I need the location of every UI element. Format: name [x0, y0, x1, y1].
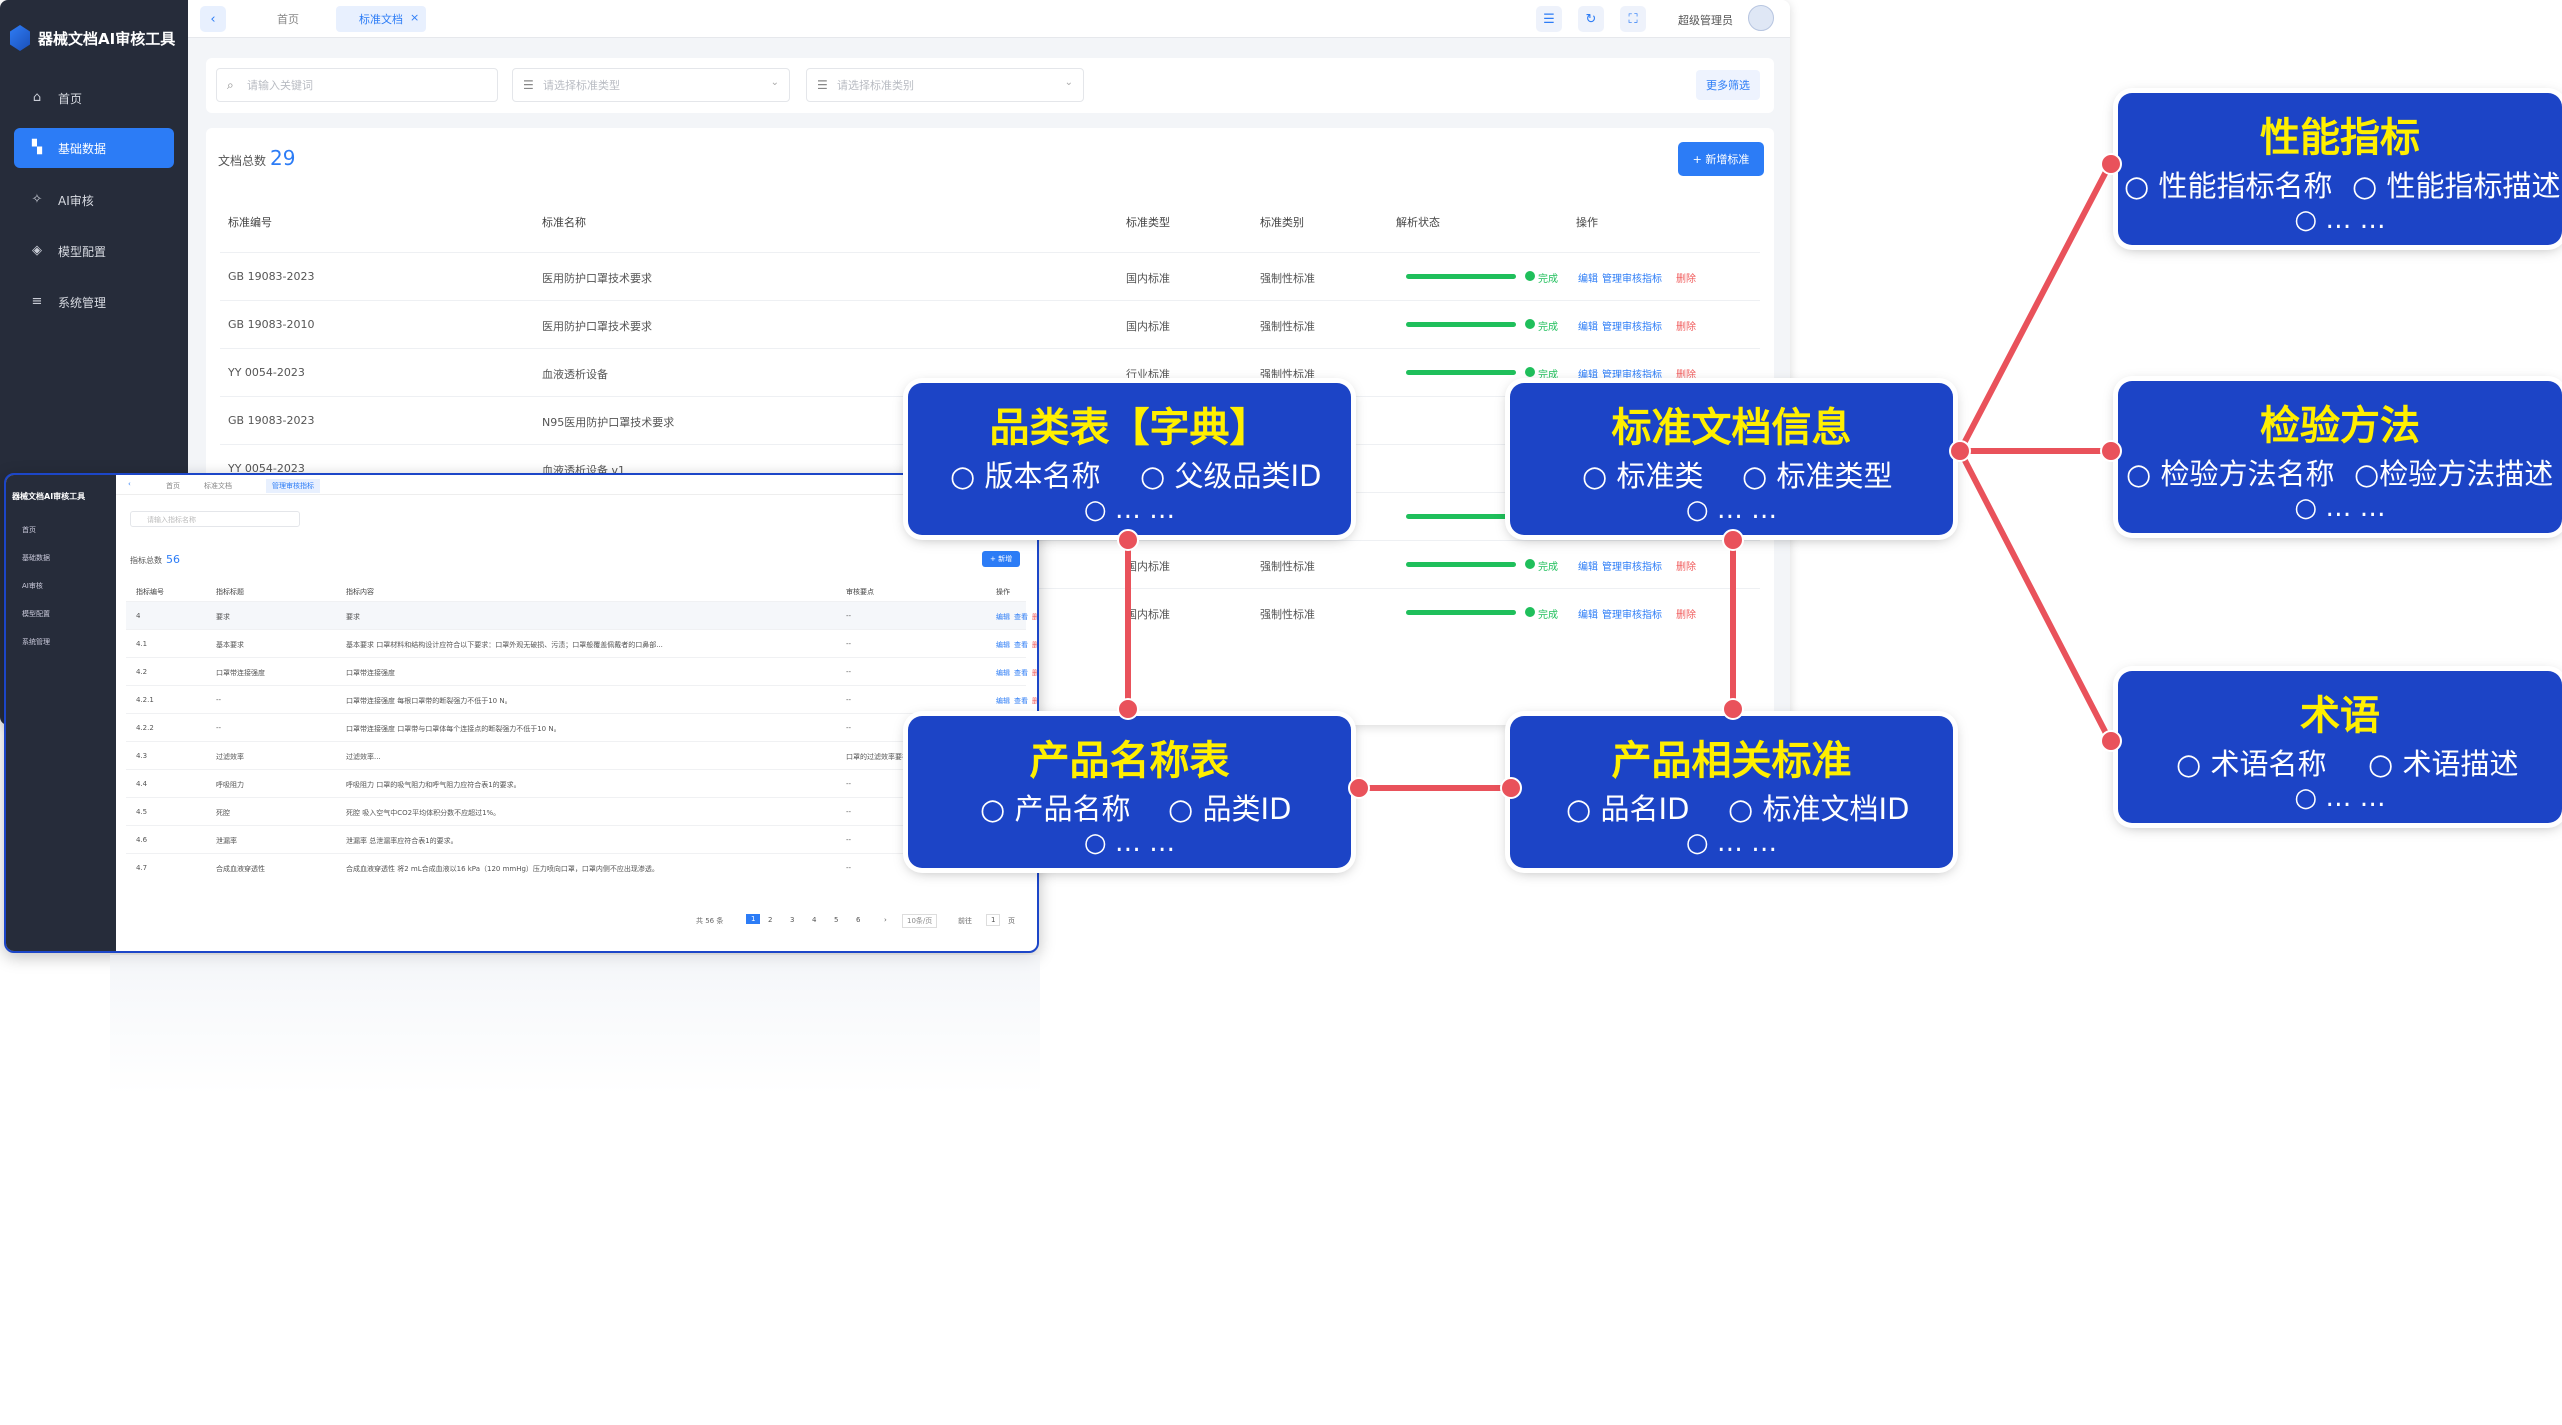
category-table-node: 品类表【字典】 ○ 版本名称 ○ 父级品类ID ○ … … [908, 383, 1351, 535]
terms-node: 术语 ○ 术语名称 ○ 术语描述 ○ … … [2118, 671, 2562, 823]
node-title: 产品名称表 [1029, 738, 1230, 784]
node-more: ○ … … [1685, 495, 1778, 525]
node-attr: ○ 性能指标描述 [2352, 169, 2561, 203]
node-more: ○ … … [2294, 205, 2386, 235]
connector-dot [2100, 153, 2122, 175]
connector-dot [1348, 777, 1370, 799]
screenshot-stage: 器械文档AI审核工具 ⌂ 首页 ▚ 基础数据 ✧ AI审核 ◈ 模型配置 ≡ 系统管理 ‹… [0, 0, 2562, 1425]
connector-standard-performance [1957, 161, 2113, 454]
inspection-method-node: 检验方法 ○ 检验方法名称 ○检验方法描述 ○ … … [2118, 381, 2562, 533]
connector-dot [1117, 698, 1139, 720]
node-title: 性能指标 [2260, 115, 2420, 161]
node-attr: ○ 性能指标名称 [2124, 169, 2333, 203]
connector-dot [1117, 529, 1139, 551]
node-attr: ○ 品类ID [1168, 792, 1292, 826]
node-attr: ○ 标准类 [1582, 459, 1704, 493]
product-standard-node: 产品相关标准 ○ 品名ID ○ 标准文档ID ○ … … [1510, 716, 1953, 868]
connector-dot [1722, 698, 1744, 720]
node-attr: ○ 品名ID [1566, 792, 1690, 826]
node-attr: ○ 标准类型 [1742, 459, 1893, 493]
node-attr: ○ 检验方法名称 [2126, 457, 2335, 491]
connector-dot [1500, 777, 1522, 799]
performance-node: 性能指标 ○ 性能指标名称 ○ 性能指标描述 ○ … … [2118, 93, 2562, 245]
connector-dot [1949, 440, 1971, 462]
connector-dot [2100, 730, 2122, 752]
node-attr: ○ 父级品类ID [1140, 459, 1322, 493]
node-attr: ○ 术语描述 [2368, 747, 2519, 781]
node-title: 术语 [2300, 693, 2380, 739]
node-title: 检验方法 [2260, 403, 2420, 449]
node-title: 标准文档信息 [1611, 405, 1852, 451]
node-attr: ○ 标准文档ID [1728, 792, 1910, 826]
node-more: ○ … … [2294, 783, 2386, 813]
node-title: 品类表【字典】 [989, 405, 1270, 451]
node-more: ○ … … [1083, 828, 1176, 858]
node-title: 产品相关标准 [1611, 738, 1852, 784]
connector-dot [1722, 529, 1744, 551]
node-more: ○ … … [2294, 493, 2386, 523]
node-attr: ○ 产品名称 [980, 792, 1131, 826]
connector-standard-terms [1957, 448, 2113, 744]
node-more: ○ … … [1685, 828, 1778, 858]
node-attr: ○ 版本名称 [950, 459, 1101, 493]
node-attr: ○ 术语名称 [2176, 747, 2327, 781]
product-table-node: 产品名称表 ○ 产品名称 ○ 品类ID ○ … … [908, 716, 1351, 868]
node-more: ○ … … [1083, 495, 1176, 525]
connector-dot [2100, 440, 2122, 462]
node-attr: ○检验方法描述 [2354, 457, 2554, 491]
standard-info-node: 标准文档信息 ○ 标准类 ○ 标准类型 ○ … … [1510, 383, 1953, 535]
